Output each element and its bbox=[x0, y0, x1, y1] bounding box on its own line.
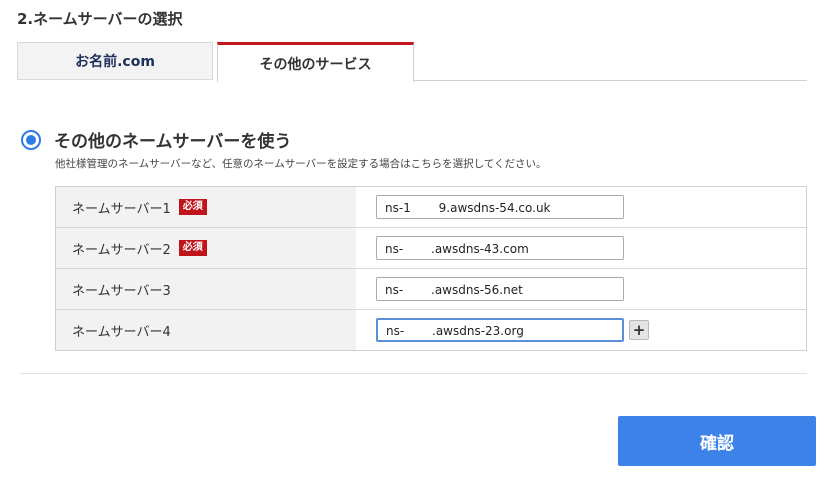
required-badge: 必須 bbox=[178, 199, 207, 215]
tab-onamae[interactable]: お名前.com bbox=[17, 42, 213, 80]
nameserver-label-cell: ネームサーバー3 bbox=[56, 269, 356, 309]
nameserver-row-3: ネームサーバー3 bbox=[56, 269, 806, 310]
section-title: 2.ネームサーバーの選択 bbox=[17, 10, 183, 28]
add-nameserver-button[interactable]: + bbox=[629, 320, 649, 340]
nameserver-input-cell bbox=[356, 269, 806, 309]
nameserver-3-input[interactable] bbox=[376, 277, 624, 301]
nameserver-label-cell: ネームサーバー2 必須 bbox=[56, 228, 356, 268]
nameserver-label: ネームサーバー3 bbox=[72, 283, 171, 299]
plus-icon: + bbox=[632, 320, 646, 339]
section-divider bbox=[20, 373, 807, 374]
nameserver-label: ネームサーバー1 bbox=[72, 201, 171, 217]
nameserver-label: ネームサーバー2 bbox=[72, 242, 171, 258]
nameserver-input-cell bbox=[356, 187, 806, 227]
nameserver-2-input[interactable] bbox=[376, 236, 624, 260]
nameserver-1-input[interactable] bbox=[376, 195, 624, 219]
required-badge: 必須 bbox=[178, 240, 207, 256]
nameserver-label-cell: ネームサーバー4 bbox=[56, 310, 356, 350]
tab-divider bbox=[414, 80, 807, 81]
other-nameserver-option[interactable]: その他のネームサーバーを使う bbox=[21, 127, 291, 152]
option-description: 他社様管理のネームサーバーなど、任意のネームサーバーを設定する場合はこちらを選択… bbox=[55, 158, 547, 170]
nameserver-row-1: ネームサーバー1 必須 bbox=[56, 187, 806, 228]
nameserver-table: ネームサーバー1 必須 ネームサーバー2 必須 ネームサーバー3 ネームサーバー… bbox=[55, 186, 807, 351]
radio-selected-dot bbox=[26, 134, 36, 145]
nameserver-input-cell: + bbox=[356, 310, 806, 350]
tab-bar: お名前.com その他のサービス bbox=[17, 42, 807, 82]
nameserver-row-2: ネームサーバー2 必須 bbox=[56, 228, 806, 269]
confirm-button[interactable]: 確認 bbox=[618, 416, 816, 466]
nameserver-label-cell: ネームサーバー1 必須 bbox=[56, 187, 356, 227]
option-label: その他のネームサーバーを使う bbox=[54, 132, 292, 152]
nameserver-label: ネームサーバー4 bbox=[72, 324, 171, 340]
tab-other-service[interactable]: その他のサービス bbox=[217, 42, 414, 82]
nameserver-input-cell bbox=[356, 228, 806, 268]
nameserver-4-input[interactable] bbox=[376, 318, 624, 342]
other-nameserver-radio[interactable] bbox=[21, 129, 41, 150]
nameserver-row-4: ネームサーバー4 + bbox=[56, 310, 806, 350]
